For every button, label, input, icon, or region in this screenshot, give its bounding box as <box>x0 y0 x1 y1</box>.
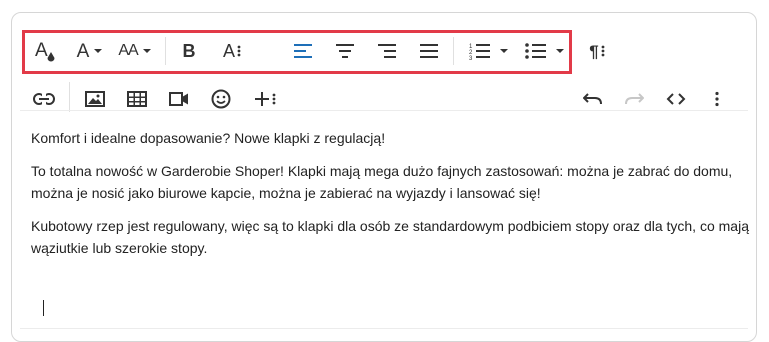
content-paragraph: Kubotowy rzep jest regulowany, więc są t… <box>31 218 749 256</box>
align-center-icon <box>336 44 354 58</box>
align-justify-icon <box>420 44 438 58</box>
chevron-down-icon <box>142 49 151 53</box>
video-icon <box>169 92 188 106</box>
toolbar-separator <box>165 37 166 65</box>
chevron-down-icon <box>500 49 508 53</box>
content-paragraph: To totalna nowość w Garderobie Shoper! K… <box>31 163 733 201</box>
vertical-dots-icon <box>715 91 719 107</box>
rich-text-editor: A A AA B A 1 2 3 ¶ Komfort i idealne dop… <box>11 12 757 342</box>
image-icon <box>85 91 105 107</box>
align-left-icon <box>294 44 312 58</box>
unordered-list-icon <box>525 43 546 59</box>
more-dots-icon <box>272 93 276 105</box>
text-cursor <box>43 300 44 316</box>
paragraph-icon: ¶ <box>589 41 599 61</box>
plus-icon <box>255 92 269 106</box>
toolbar-row-insert <box>12 62 758 112</box>
chevron-down-icon <box>94 49 103 53</box>
table-icon <box>127 91 147 107</box>
more-dots-icon <box>237 45 241 57</box>
toolbar-divider <box>20 110 748 111</box>
redo-icon <box>625 93 644 105</box>
chevron-down-icon <box>556 49 564 53</box>
toolbar-separator <box>453 37 454 65</box>
smiley-icon <box>211 89 231 109</box>
text-color-icon: A <box>35 39 55 63</box>
svg-text:3: 3 <box>469 56 473 60</box>
more-dots-icon <box>601 45 605 57</box>
content-paragraph: Komfort i idealne dopasowanie? Nowe klap… <box>31 130 386 146</box>
align-right-icon <box>378 44 396 58</box>
link-icon <box>33 93 55 105</box>
ordered-list-icon: 1 2 3 <box>469 44 490 60</box>
code-icon <box>666 93 686 105</box>
toolbar-separator <box>69 82 70 112</box>
undo-icon <box>583 93 602 105</box>
editor-content-area[interactable]: Komfort i idealne dopasowanie? Nowe klap… <box>31 127 751 270</box>
editor-bottom-divider <box>20 328 748 329</box>
